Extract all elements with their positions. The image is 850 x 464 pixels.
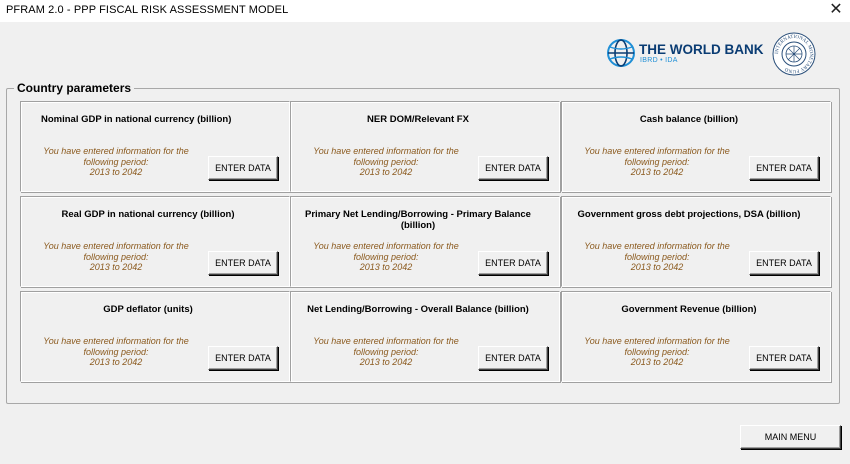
group-title: Country parameters <box>14 81 135 95</box>
world-bank-subtitle: IBRD • IDA <box>640 57 678 64</box>
card-info: You have entered information for the foll… <box>43 146 189 177</box>
card-gdp-deflator: GDP deflator (units) You have entered in… <box>20 291 290 382</box>
card-title: Government Revenue (billion) <box>621 304 757 315</box>
card-title: Cash balance (billion) <box>639 114 739 125</box>
enter-data-button[interactable]: ENTER DATA <box>749 156 819 180</box>
card-info: You have entered information for the foll… <box>313 336 459 367</box>
enter-data-button[interactable]: ENTER DATA <box>749 251 819 275</box>
card-info: You have entered information for the foll… <box>313 146 459 177</box>
card-government-revenue: Government Revenue (billion) You have en… <box>561 291 831 382</box>
card-info: You have entered information for the foll… <box>43 241 189 272</box>
card-real-gdp: Real GDP in national currency (billion) … <box>20 196 290 287</box>
enter-data-button[interactable]: ENTER DATA <box>208 156 278 180</box>
card-title: NER DOM/Relevant FX <box>367 114 469 125</box>
card-title: Primary Net Lending/Borrowing - Primary … <box>305 209 531 231</box>
card-nominal-gdp: Nominal GDP in national currency (billio… <box>20 101 290 192</box>
enter-data-button[interactable]: ENTER DATA <box>208 251 278 275</box>
world-bank-logo: THE WORLD BANK IBRD • IDA <box>606 38 764 72</box>
main-menu-button[interactable]: MAIN MENU <box>740 425 841 449</box>
card-overall-balance: Net Lending/Borrowing - Overall Balance … <box>290 291 560 382</box>
card-ner-dom-fx: NER DOM/Relevant FX You have entered inf… <box>290 101 560 192</box>
card-info: You have entered information for the foll… <box>584 241 730 272</box>
card-title: Real GDP in national currency (billion) <box>61 209 235 220</box>
window-title: PFRAM 2.0 - PPP FISCAL RISK ASSESSMENT M… <box>6 4 289 16</box>
title-bar: PFRAM 2.0 - PPP FISCAL RISK ASSESSMENT M… <box>0 0 850 22</box>
enter-data-button[interactable]: ENTER DATA <box>478 251 548 275</box>
world-bank-globe-icon <box>607 39 635 67</box>
card-title: Net Lending/Borrowing - Overall Balance … <box>307 304 529 315</box>
card-info: You have entered information for the foll… <box>584 336 730 367</box>
card-gov-gross-debt: Government gross debt projections, DSA (… <box>561 196 831 287</box>
close-icon[interactable]: ✕ <box>828 1 844 19</box>
imf-seal-icon: INTERNATIONAL MONETARY FUND <box>772 32 816 76</box>
card-info: You have entered information for the foll… <box>313 241 459 272</box>
enter-data-button[interactable]: ENTER DATA <box>478 156 548 180</box>
enter-data-button[interactable]: ENTER DATA <box>208 346 278 370</box>
card-title: GDP deflator (units) <box>103 304 193 315</box>
enter-data-button[interactable]: ENTER DATA <box>749 346 819 370</box>
card-title: Government gross debt projections, DSA (… <box>577 209 801 220</box>
card-primary-balance: Primary Net Lending/Borrowing - Primary … <box>290 196 560 287</box>
card-cash-balance: Cash balance (billion) You have entered … <box>561 101 831 192</box>
enter-data-button[interactable]: ENTER DATA <box>478 346 548 370</box>
card-info: You have entered information for the foll… <box>43 336 189 367</box>
world-bank-name: THE WORLD BANK <box>639 42 764 57</box>
card-info: You have entered information for the foll… <box>584 146 730 177</box>
card-title: Nominal GDP in national currency (billio… <box>41 114 232 125</box>
